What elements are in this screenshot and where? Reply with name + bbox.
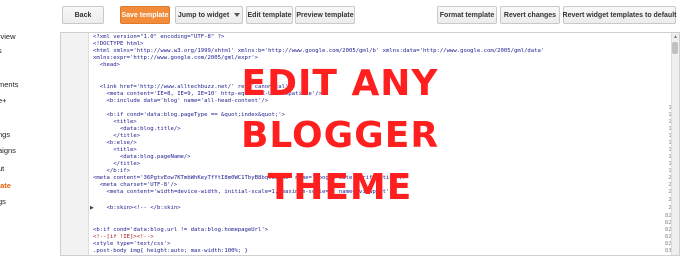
code-line[interactable]: </title>	[93, 161, 140, 167]
code-line[interactable]: <style type='text/css'>	[93, 241, 170, 247]
chevron-down-icon	[234, 13, 241, 17]
format-template-button[interactable]: Format template	[437, 6, 497, 24]
code-line[interactable]: xmlns:expr='http://www.google.com/2005/g…	[93, 55, 258, 61]
overlay-headline-line3: THEME	[267, 167, 413, 208]
code-line[interactable]: <html xmlns='http://www.w3.org/1999/xhtm…	[93, 48, 544, 54]
sidebar-item-posts[interactable]: s	[0, 46, 2, 55]
revert-changes-button[interactable]: Revert changes	[500, 6, 560, 24]
jump-to-widget-dropdown[interactable]: Jump to widget	[175, 6, 243, 24]
scroll-up-arrow-icon[interactable]: ▲	[673, 34, 678, 40]
jump-to-widget-label: Jump to widget	[177, 11, 230, 19]
code-line[interactable]: <data:blog.pageName/>	[93, 154, 191, 160]
back-button[interactable]: Back	[62, 6, 104, 24]
overlay-headline-line1: EDIT ANY	[241, 63, 439, 104]
scrollbar-thumb[interactable]	[672, 42, 678, 54]
code-line[interactable]: <?xml version="1.0" encoding="UTF-8" ?>	[93, 34, 224, 40]
revert-widget-templates-button[interactable]: Revert widget templates to default	[563, 6, 676, 24]
preview-template-button[interactable]: Preview template	[295, 6, 355, 24]
code-line[interactable]: <!DOCTYPE html>	[93, 41, 144, 47]
sidebar-item-overview[interactable]: rview	[0, 32, 16, 41]
code-line[interactable]: .post-body img{ height:auto; max-width:1…	[93, 248, 248, 254]
code-line[interactable]: <!--[if !IE]><!-->	[93, 234, 154, 240]
overlay-headline-line2: BLOGGER	[240, 115, 440, 156]
edit-template-button[interactable]: Edit template	[246, 6, 293, 24]
toolbar: Back Save template Jump to widget Edit t…	[44, 0, 680, 30]
code-line[interactable]: <b:if cond='data:blog.url != data:blog.h…	[93, 227, 268, 233]
save-template-button[interactable]: Save template	[120, 6, 170, 24]
